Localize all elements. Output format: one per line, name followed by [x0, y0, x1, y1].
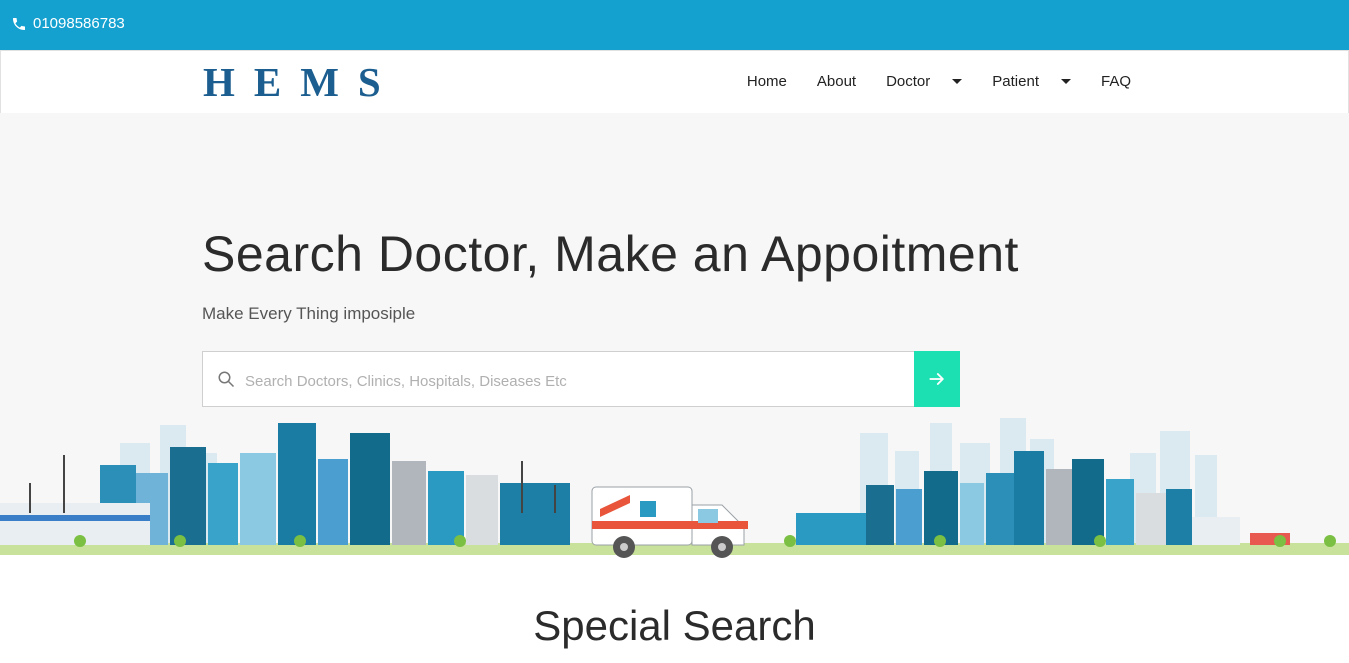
nav-label: About — [816, 73, 857, 90]
special-search-title: Special Search — [533, 602, 816, 649]
nav-item-about[interactable]: About — [817, 73, 856, 90]
top-bar: 01098586783 — [0, 0, 1349, 50]
logo[interactable]: HEMS — [203, 58, 400, 106]
nav-label: Patient — [992, 73, 1039, 90]
chevron-down-icon — [1060, 79, 1071, 84]
nav-item-faq[interactable]: FAQ — [1101, 73, 1131, 90]
hero-section: Search Doctor, Make an Appoitment Make E… — [0, 113, 1349, 565]
search-bar — [202, 351, 960, 407]
phone-icon — [13, 17, 25, 30]
search-icon — [218, 371, 235, 388]
nav-item-patient[interactable]: Patient — [992, 73, 1071, 90]
arrow-right-icon — [929, 373, 944, 385]
search-submit-button[interactable] — [914, 351, 960, 407]
nav-label: Doctor — [886, 73, 931, 90]
phone-number: 01098586783 — [33, 15, 125, 32]
search-input[interactable] — [243, 362, 907, 400]
city-illustration — [0, 418, 1349, 565]
nav-label: FAQ — [1100, 73, 1131, 90]
nav-label: Home — [746, 73, 787, 90]
phone-contact[interactable]: 01098586783 — [11, 15, 125, 32]
main-nav: Home About Doctor Patient FAQ — [747, 73, 1131, 90]
nav-item-doctor[interactable]: Doctor — [886, 73, 963, 90]
hero-subtitle: Make Every Thing imposiple — [202, 304, 416, 323]
navbar: HEMS Home About Doctor Patient FAQ — [0, 50, 1349, 114]
chevron-down-icon — [952, 79, 963, 84]
hero-title: Search Doctor, Make an Appoitment — [202, 226, 1019, 282]
nav-item-home[interactable]: Home — [747, 73, 787, 90]
